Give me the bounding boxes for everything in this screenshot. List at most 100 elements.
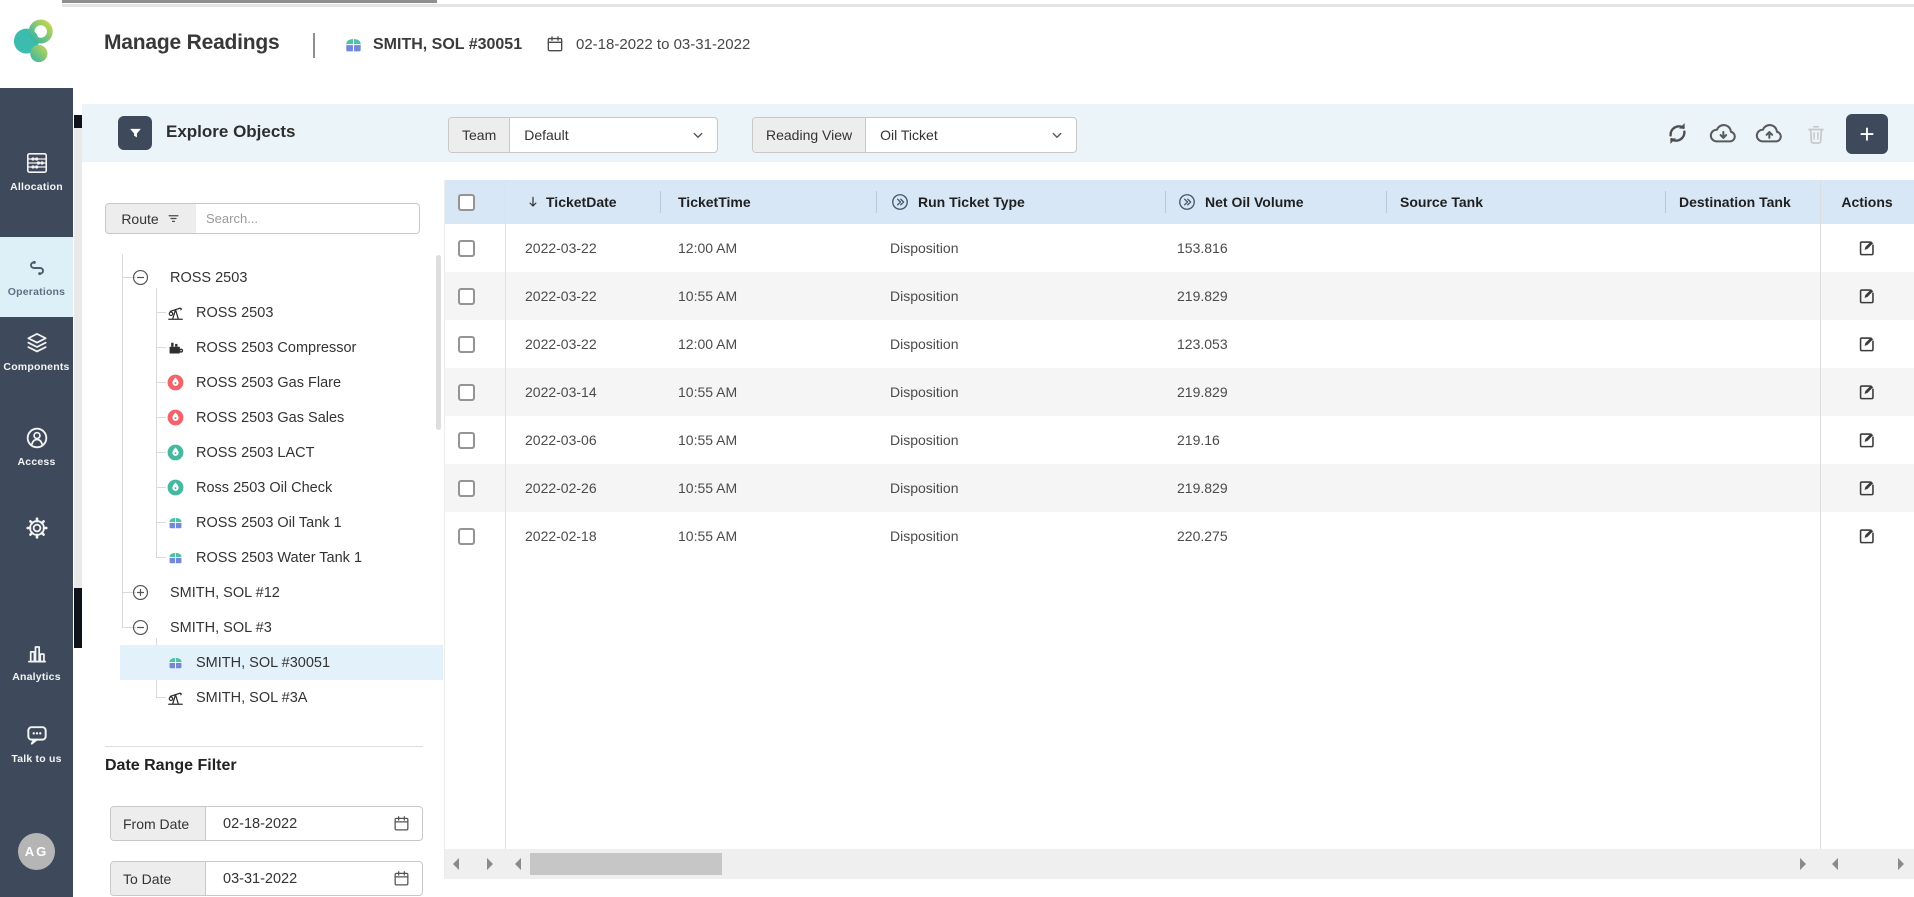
sort-desc-icon[interactable] bbox=[525, 194, 541, 210]
sidebar-item-gear[interactable] bbox=[0, 515, 73, 559]
tree-item-ross-2503-oil-check[interactable]: Ross 2503 Oil Check bbox=[82, 470, 443, 505]
row-checkbox[interactable] bbox=[458, 528, 475, 545]
tree-item-smith-sol-12[interactable]: SMITH, SOL #12 bbox=[82, 575, 443, 610]
scroll-left-arrow[interactable] bbox=[1832, 858, 1838, 870]
sidebar-item-allocation[interactable]: Allocation bbox=[0, 150, 73, 230]
calendar-icon[interactable] bbox=[392, 869, 411, 888]
scroll-right-arrow[interactable] bbox=[487, 858, 493, 870]
plus-circle-icon[interactable] bbox=[131, 583, 150, 602]
minus-circle-icon[interactable] bbox=[131, 618, 150, 637]
app-logo[interactable] bbox=[12, 14, 58, 72]
horizontal-scrollbar[interactable] bbox=[445, 849, 1914, 879]
row-checkbox-cell bbox=[445, 512, 505, 560]
from-date-field[interactable]: From Date 02-18-2022 bbox=[110, 806, 423, 841]
cell-ticketdate: 2022-03-22 bbox=[505, 320, 660, 368]
tree-item-label: ROSS 2503 Water Tank 1 bbox=[196, 550, 362, 566]
cell-ticketdate: 2022-03-14 bbox=[505, 368, 660, 416]
row-checkbox[interactable] bbox=[458, 384, 475, 401]
sidebar-item-components[interactable]: Components bbox=[0, 330, 73, 410]
table-row[interactable]: 2022-02-2610:55 AMDisposition219.829 bbox=[445, 464, 1914, 512]
column-header-run-ticket-type[interactable]: Run Ticket Type bbox=[876, 180, 1165, 224]
group-column-icon[interactable] bbox=[1177, 192, 1197, 212]
route-selector[interactable]: Route bbox=[105, 203, 197, 234]
reading-view-select[interactable]: Reading View Oil Ticket bbox=[752, 117, 1077, 153]
tree-item-ross-2503-water-tank-1[interactable]: ROSS 2503 Water Tank 1 bbox=[82, 540, 443, 575]
scroll-right-arrow[interactable] bbox=[1898, 858, 1904, 870]
tree-item-ross-2503-oil-tank-1[interactable]: ROSS 2503 Oil Tank 1 bbox=[82, 505, 443, 540]
tree-scrollbar-thumb[interactable] bbox=[436, 255, 441, 430]
column-header-net-oil-volume[interactable]: Net Oil Volume bbox=[1165, 180, 1386, 224]
tree-item-smith-sol-3[interactable]: SMITH, SOL #3 bbox=[82, 610, 443, 645]
horizontal-scrollbar-thumb[interactable] bbox=[530, 853, 722, 875]
tree-item-smith-sol-30051[interactable]: SMITH, SOL #30051 bbox=[82, 645, 443, 680]
column-header-destination-tank[interactable]: Destination Tank bbox=[1665, 180, 1820, 224]
checkbox-column-border bbox=[505, 180, 506, 879]
row-checkbox-cell bbox=[445, 464, 505, 512]
table-row[interactable]: 2022-03-2212:00 AMDisposition123.053 bbox=[445, 320, 1914, 368]
search-input[interactable] bbox=[196, 203, 420, 234]
column-header-actions[interactable]: Actions bbox=[1820, 180, 1914, 224]
add-reading-button[interactable]: + bbox=[1846, 114, 1888, 154]
cell-run-ticket-type: Disposition bbox=[876, 464, 1165, 512]
edit-row-button[interactable] bbox=[1854, 331, 1880, 357]
table-row[interactable]: 2022-03-2212:00 AMDisposition153.816 bbox=[445, 224, 1914, 272]
edit-row-button[interactable] bbox=[1854, 235, 1880, 261]
vertical-scrollbar-thumb[interactable] bbox=[74, 128, 82, 588]
tree-item-ross-2503-compressor[interactable]: ROSS 2503 Compressor bbox=[82, 330, 443, 365]
vertical-scrollbar[interactable] bbox=[74, 115, 82, 648]
tree-item-ross-2503[interactable]: ROSS 2503 bbox=[82, 260, 443, 295]
edit-row-button[interactable] bbox=[1854, 523, 1880, 549]
sidebar-item-analytics[interactable]: Analytics bbox=[0, 640, 73, 720]
scroll-right-arrow[interactable] bbox=[1800, 858, 1806, 870]
row-checkbox[interactable] bbox=[458, 288, 475, 305]
table-row[interactable]: 2022-03-1410:55 AMDisposition219.829 bbox=[445, 368, 1914, 416]
row-checkbox[interactable] bbox=[458, 480, 475, 497]
group-column-icon[interactable] bbox=[890, 192, 910, 212]
tree-item-ross-2503[interactable]: ROSS 2503 bbox=[82, 295, 443, 330]
column-header-tickettime[interactable]: TicketTime bbox=[660, 180, 876, 224]
table-left-border bbox=[444, 180, 445, 879]
to-date-field[interactable]: To Date 03-31-2022 bbox=[110, 861, 423, 896]
funnel-icon bbox=[127, 125, 144, 142]
calendar-icon[interactable] bbox=[392, 814, 411, 833]
tree-item-smith-sol-3a[interactable]: SMITH, SOL #3A bbox=[82, 680, 443, 715]
edit-row-button[interactable] bbox=[1854, 283, 1880, 309]
explore-filter-button[interactable] bbox=[118, 116, 152, 150]
tree-item-ross-2503-lact[interactable]: ROSS 2503 LACT bbox=[82, 435, 443, 470]
edit-row-button[interactable] bbox=[1854, 379, 1880, 405]
table-row[interactable]: 2022-03-0610:55 AMDisposition219.16 bbox=[445, 416, 1914, 464]
table-row[interactable]: 2022-02-1810:55 AMDisposition220.275 bbox=[445, 512, 1914, 560]
column-header-label: TicketDate bbox=[546, 194, 617, 210]
edit-row-button[interactable] bbox=[1854, 475, 1880, 501]
cell-tickettime: 12:00 AM bbox=[660, 320, 876, 368]
sidebar-item-access[interactable]: Access bbox=[0, 425, 73, 505]
team-select[interactable]: Team Default bbox=[448, 117, 718, 153]
cloud-upload-button[interactable] bbox=[1752, 119, 1786, 148]
table-row[interactable]: 2022-03-2210:55 AMDisposition219.829 bbox=[445, 272, 1914, 320]
tree-item-label: SMITH, SOL #3 bbox=[170, 620, 272, 636]
row-checkbox[interactable] bbox=[458, 432, 475, 449]
tree-item-ross-2503-gas-sales[interactable]: ROSS 2503 Gas Sales bbox=[82, 400, 443, 435]
select-all-checkbox[interactable] bbox=[458, 194, 475, 211]
sidebar-item-operations[interactable]: Operations bbox=[0, 237, 73, 317]
facility-name[interactable]: SMITH, SOL #30051 bbox=[373, 36, 522, 54]
delete-button[interactable] bbox=[1803, 120, 1829, 148]
refresh-button[interactable] bbox=[1663, 119, 1692, 148]
to-date-input[interactable]: 03-31-2022 bbox=[206, 871, 392, 887]
minus-circle-icon[interactable] bbox=[131, 268, 150, 287]
row-checkbox[interactable] bbox=[458, 240, 475, 257]
scroll-left-arrow[interactable] bbox=[515, 858, 521, 870]
scroll-left-arrow[interactable] bbox=[453, 858, 459, 870]
from-date-input[interactable]: 02-18-2022 bbox=[206, 816, 392, 832]
column-header-ticketdate[interactable]: TicketDate bbox=[505, 180, 660, 224]
date-range-filter-title: Date Range Filter bbox=[105, 757, 237, 775]
edit-row-button[interactable] bbox=[1854, 427, 1880, 453]
header-date-range[interactable]: 02-18-2022 to 03-31-2022 bbox=[576, 36, 750, 53]
tree-item-ross-2503-gas-flare[interactable]: ROSS 2503 Gas Flare bbox=[82, 365, 443, 400]
avatar[interactable]: AG bbox=[18, 833, 55, 870]
sidebar-item-talk-to-us[interactable]: Talk to us bbox=[0, 722, 73, 802]
column-header-source-tank[interactable]: Source Tank bbox=[1386, 180, 1665, 224]
operations-icon bbox=[24, 255, 50, 281]
cloud-download-button[interactable] bbox=[1706, 119, 1740, 148]
row-checkbox[interactable] bbox=[458, 336, 475, 353]
